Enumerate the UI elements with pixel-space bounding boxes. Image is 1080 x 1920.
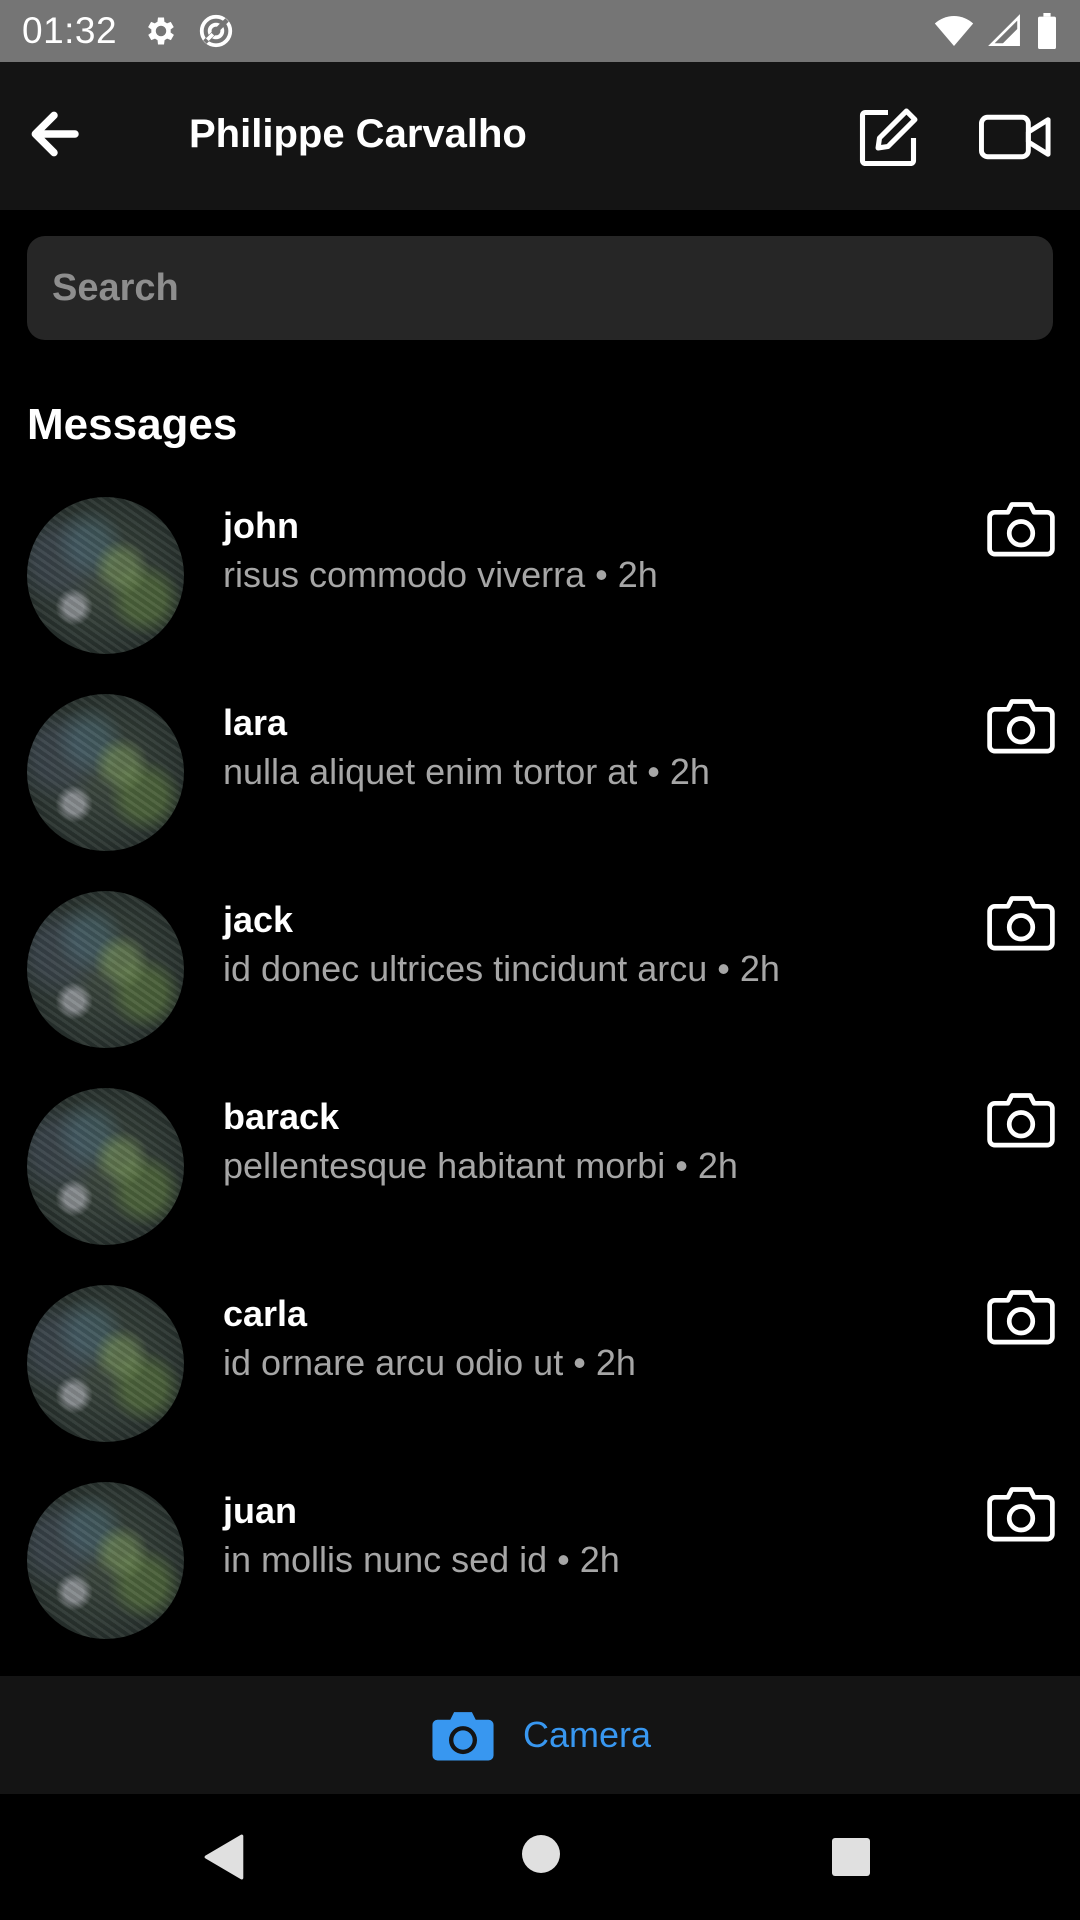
- compose-icon: [859, 108, 918, 167]
- avatar[interactable]: [27, 497, 184, 654]
- conversation-row[interactable]: barack pellentesque habitant morbi • 2h: [0, 1088, 1080, 1285]
- status-bar: 01:32: [0, 0, 1080, 62]
- conversation-preview: id ornare arcu odio ut • 2h: [223, 1342, 636, 1383]
- conversation-name: juan: [223, 1490, 298, 1531]
- back-button[interactable]: [22, 102, 86, 166]
- nav-home-button[interactable]: [521, 1834, 561, 1879]
- camera-tab-label: Camera: [522, 1714, 652, 1755]
- page-title: Philippe Carvalho: [189, 112, 527, 156]
- conversation-row[interactable]: carla id ornare arcu odio ut • 2h: [0, 1285, 1080, 1482]
- camera-button[interactable]: [986, 1088, 1056, 1150]
- camera-button[interactable]: [986, 1285, 1056, 1347]
- camera-button[interactable]: [986, 1482, 1056, 1544]
- avatar[interactable]: [27, 891, 184, 1048]
- video-camera-icon: [979, 114, 1051, 160]
- nav-recents-icon: [832, 1838, 870, 1876]
- search-input[interactable]: [27, 236, 1053, 340]
- conversation-name: lara: [223, 702, 288, 743]
- camera-button[interactable]: [986, 891, 1056, 953]
- camera-button[interactable]: [986, 694, 1056, 756]
- conversation-name: barack: [223, 1096, 340, 1137]
- camera-icon: [987, 699, 1055, 754]
- status-left-icons: [143, 12, 235, 50]
- avatar[interactable]: [27, 694, 184, 851]
- avatar[interactable]: [27, 1285, 184, 1442]
- bottom-bar: Camera: [0, 1676, 1080, 1794]
- cell-signal-icon: [988, 14, 1022, 48]
- compose-button[interactable]: [852, 102, 924, 174]
- battery-icon: [1036, 13, 1058, 49]
- avatar[interactable]: [27, 1482, 184, 1639]
- camera-tab-button[interactable]: Camera: [429, 1707, 651, 1763]
- camera-icon: [987, 1487, 1055, 1542]
- settings-gear-icon: [143, 13, 179, 49]
- nav-recents-button[interactable]: [831, 1837, 871, 1882]
- camera-icon: [987, 1093, 1055, 1148]
- conversation-preview: pellentesque habitant morbi • 2h: [223, 1145, 738, 1186]
- conversation-preview: risus commodo viverra • 2h: [223, 554, 658, 595]
- video-call-button[interactable]: [976, 106, 1056, 168]
- conversation-preview: nulla aliquet enim tortor at • 2h: [223, 751, 710, 792]
- conversation-name: carla: [223, 1293, 308, 1334]
- nav-back-icon: [204, 1834, 244, 1880]
- system-nav-bar: [0, 1794, 1080, 1920]
- conversation-preview: id donec ultrices tincidunt arcu • 2h: [223, 948, 780, 989]
- app-bar: Philippe Carvalho: [0, 62, 1080, 210]
- camera-filled-icon: [432, 1712, 494, 1761]
- status-right-icons: [934, 13, 1058, 49]
- camera-icon: [987, 502, 1055, 557]
- wifi-icon: [934, 14, 974, 48]
- avatar[interactable]: [27, 1088, 184, 1245]
- messages-section-title: Messages: [27, 400, 238, 449]
- status-time: 01:32: [22, 10, 118, 51]
- conversation-preview: in mollis nunc sed id • 2h: [223, 1539, 620, 1580]
- conversation-list: john risus commodo viverra • 2h lara nul…: [0, 497, 1080, 1679]
- nav-home-icon: [522, 1835, 560, 1873]
- conversation-row[interactable]: jack id donec ultrices tincidunt arcu • …: [0, 891, 1080, 1088]
- conversation-row[interactable]: john risus commodo viverra • 2h: [0, 497, 1080, 694]
- camera-icon: [987, 896, 1055, 951]
- back-arrow-icon: [31, 111, 79, 157]
- conversation-row[interactable]: juan in mollis nunc sed id • 2h: [0, 1482, 1080, 1679]
- camera-icon: [987, 1290, 1055, 1345]
- conversation-name: john: [223, 505, 299, 546]
- camera-button[interactable]: [986, 497, 1056, 559]
- conversation-name: jack: [223, 899, 294, 940]
- nav-back-button[interactable]: [204, 1834, 246, 1885]
- data-saver-icon: [197, 12, 235, 50]
- conversation-row[interactable]: lara nulla aliquet enim tortor at • 2h: [0, 694, 1080, 891]
